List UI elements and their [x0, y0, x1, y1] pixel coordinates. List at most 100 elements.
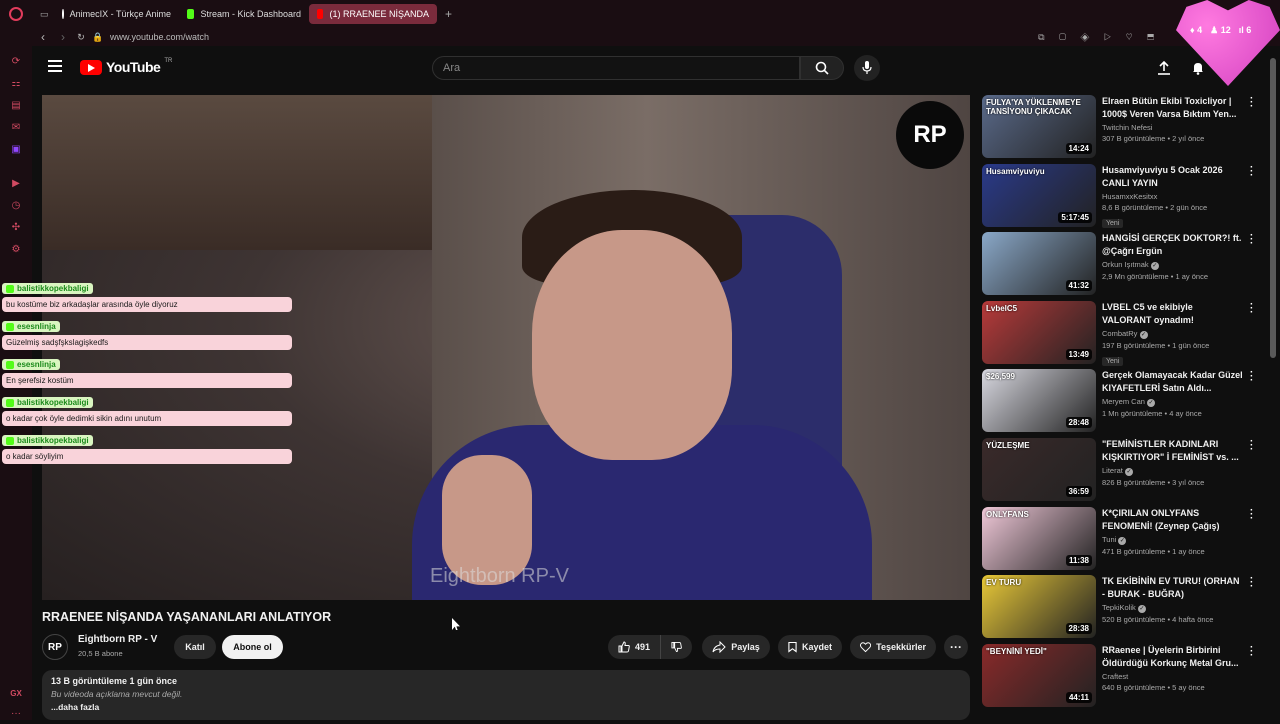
browser-logo-icon[interactable] — [0, 0, 32, 28]
recommendation-title[interactable]: TK EKİBİNİN EV TURU! (ORHAN - BURAK - BU… — [1102, 575, 1244, 601]
more-actions-button[interactable]: ··· — [944, 635, 968, 659]
description-box[interactable]: 13 B görüntüleme 1 gün önce Bu videoda a… — [42, 670, 970, 720]
recommendation-channel[interactable]: TepkiKolik ✓ — [1102, 603, 1244, 614]
recommendation-channel[interactable]: Twitchin Nefesi — [1102, 123, 1244, 132]
recommendation-title[interactable]: Gerçek Olamayacak Kadar Güzel KIYAFETLER… — [1102, 369, 1244, 395]
thumbnail-text: $26,599 — [986, 372, 1015, 382]
tab-sidebar-toggle[interactable]: ▭ — [32, 4, 54, 24]
recommendation-thumbnail[interactable]: $26,599 28:48 — [982, 369, 1096, 433]
recommendation-title[interactable]: HANGİSİ GERÇEK DOKTOR?! ft. @Çağrı Ergün — [1102, 232, 1244, 258]
sidebar-games-icon[interactable]: ⚏ — [0, 72, 32, 94]
recommendation-item[interactable]: Husamviyuviyu 5:17:45 Husamviyuviyu 5 Ocak… — [980, 162, 1265, 233]
recommendation-thumbnail[interactable]: 41:32 — [982, 232, 1096, 296]
sidebar-home-icon[interactable]: ⟳ — [0, 50, 32, 72]
recommendation-thumbnail[interactable]: ONLYFANS 11:38 — [982, 506, 1096, 570]
more-options-icon[interactable]: · · · — [1250, 299, 1256, 317]
tab-animecix[interactable]: AnimecIX - Türkçe Anime — [54, 4, 179, 24]
back-arrow-icon[interactable]: ‹ — [32, 30, 54, 44]
chat-message: esesnlinja En şerefsiz kostüm — [2, 354, 292, 388]
channel-avatar[interactable]: RP — [42, 634, 68, 660]
description-more-link[interactable]: ...daha fazla — [51, 702, 961, 712]
search-input[interactable]: Ara — [432, 56, 800, 80]
recommendation-title[interactable]: Elraen Bütün Ekibi Toxicliyor | 1000$ Ve… — [1102, 95, 1244, 121]
reload-icon[interactable]: ↻ — [72, 32, 90, 43]
sidebar-gx-icon[interactable]: GX — [0, 682, 32, 704]
tab-kick-dashboard[interactable]: Stream - Kick Dashboard — [179, 4, 309, 24]
save-button[interactable]: Kaydet — [778, 635, 842, 659]
recommendation-thumbnail[interactable]: LvbelC5 13:49 — [982, 300, 1096, 364]
recommendation-item[interactable]: $26,599 28:48 Gerçek Olamayacak Kadar Güze… — [980, 368, 1265, 438]
recommendation-channel[interactable]: Tuni ✓ — [1102, 535, 1244, 545]
more-options-icon[interactable]: · · · — [1250, 436, 1256, 454]
recommendation-item[interactable]: 41:32 HANGİSİ GERÇEK DOKTOR?! ft. @Çağrı … — [980, 231, 1265, 301]
page-scrollbar[interactable] — [1270, 58, 1276, 358]
recommendation-title[interactable]: RRaenee | Üyelerin Birbirini Öldürdüğü K… — [1102, 644, 1244, 670]
channel-watermark-logo[interactable]: RP — [896, 101, 964, 169]
subscribe-button[interactable]: Abone ol — [222, 635, 283, 659]
sidebar-news-icon[interactable]: ▤ — [0, 94, 32, 116]
recommendation-title[interactable]: K*ÇIRILAN ONLYFANS FENOMENİ! (Zeynep Çağ… — [1102, 507, 1244, 533]
tab-youtube-active[interactable]: (1) RRAENEE NİŞANDA — [309, 4, 437, 24]
recommendation-thumbnail[interactable]: FULYA'YA YÜKLENMEYE TANSİYONU ÇIKACAK 14:… — [982, 95, 1096, 158]
sidebar-settings-icon[interactable]: ⚙ — [0, 238, 32, 260]
recommendation-item[interactable]: EV TURU 28:38 TK EKİBİNİN EV TURU! (ORHAN … — [980, 574, 1265, 644]
recommendation-channel[interactable]: HusamxxKesitxx — [1102, 192, 1244, 201]
voice-search-button[interactable] — [854, 55, 880, 81]
recommendation-thumbnail[interactable]: Husamviyuviyu 5:17:45 — [982, 163, 1096, 227]
recommendation-thumbnail[interactable]: EV TURU 28:38 — [982, 575, 1096, 639]
recommendation-channel[interactable]: Orkun Işıtmak ✓ — [1102, 260, 1244, 271]
recommendation-channel[interactable]: CombatRy ✓ — [1102, 329, 1244, 339]
description-text: Bu videoda açıklama mevcut değil. — [51, 689, 183, 699]
recommendation-channel[interactable]: Craftest — [1102, 672, 1244, 681]
channel-subscriber-count: 20,5 B abone — [78, 649, 123, 658]
sidebar-twitch-icon[interactable]: ▣ — [0, 138, 32, 160]
sidebar-play-icon[interactable]: ▶ — [0, 172, 32, 194]
join-button[interactable]: Katıl — [174, 635, 216, 659]
recommendation-item[interactable]: FULYA'YA YÜKLENMEYE TANSİYONU ÇIKACAK 14:… — [980, 95, 1265, 164]
like-count: 491 — [634, 642, 650, 652]
more-options-icon[interactable]: · · · — [1250, 574, 1256, 592]
thumbnail-text: Husamviyuviyu — [986, 166, 1045, 176]
dislike-button[interactable] — [660, 635, 692, 659]
more-options-icon[interactable]: · · · — [1250, 162, 1256, 180]
recommendation-title[interactable]: LVBEL C5 ve ekibiyle VALORANT oynadım! — [1102, 301, 1244, 327]
hamburger-menu-icon[interactable] — [48, 60, 62, 72]
recommendation-item[interactable]: "BEYNİNİ YEDİ" 44:11 RRaenee | Üyelerin Bi… — [980, 642, 1265, 713]
browser-tab-strip: ▭ AnimecIX - Türkçe Anime Stream - Kick … — [0, 0, 1280, 28]
sidebar-history-icon[interactable]: ◷ — [0, 194, 32, 216]
recommendation-channel[interactable]: Literat ✓ — [1102, 466, 1244, 476]
recommendation-stats: 2,9 Mn görüntüleme • 1 ay önce — [1102, 272, 1209, 282]
recommendation-channel[interactable]: Meryem Can ✓ — [1102, 397, 1244, 408]
more-options-icon[interactable]: · · · — [1250, 95, 1256, 112]
channel-name[interactable]: Eightborn RP - V — [78, 634, 157, 645]
share-button[interactable]: Paylaş — [702, 635, 770, 659]
kick-stat-3: ıl 6 — [1238, 25, 1252, 35]
recommendation-thumbnail[interactable]: "BEYNİNİ YEDİ" 44:11 — [982, 643, 1096, 707]
recommendation-item[interactable]: YÜZLEŞME 36:59 "FEMİNİSTLER KADINLARI KIŞK… — [980, 436, 1265, 507]
recommendation-item[interactable]: ONLYFANS 11:38 K*ÇIRILAN ONLYFANS FENOMENİ… — [980, 505, 1265, 576]
search-button[interactable] — [800, 56, 844, 80]
more-options-icon[interactable]: · · · — [1250, 642, 1256, 660]
thanks-button[interactable]: Teşekkürler — [850, 635, 936, 659]
more-options-icon[interactable]: · · · — [1250, 368, 1256, 386]
sidebar-mail-icon[interactable]: ✉ — [0, 116, 32, 138]
recommendation-item[interactable]: LvbelC5 13:49 LVBEL C5 ve ekibiyle VALORAN… — [980, 299, 1265, 370]
youtube-region-label: TR — [164, 58, 173, 64]
recommendation-stats: 520 B görüntüleme • 4 hafta önce — [1102, 615, 1214, 625]
sidebar-extensions-icon[interactable]: ✣ — [0, 216, 32, 238]
video-shelf-background — [42, 95, 432, 250]
recommendation-title[interactable]: "FEMİNİSTLER KADINLARI KIŞKIRTIYOR" İ FE… — [1102, 438, 1244, 464]
recommendation-title[interactable]: Husamviyuviyu 5 Ocak 2026 CANLI YAYIN — [1102, 164, 1244, 190]
recommendation-thumbnail[interactable]: YÜZLEŞME 36:59 — [982, 437, 1096, 501]
more-options-icon[interactable]: · · · — [1250, 505, 1256, 523]
youtube-logo[interactable]: YouTube TR — [80, 58, 173, 75]
forward-arrow-icon[interactable]: › — [54, 30, 72, 44]
video-watermark: Eightborn RP-V — [430, 565, 569, 587]
like-button[interactable]: 491 — [608, 635, 660, 659]
upload-button[interactable] — [1154, 58, 1174, 78]
url-text[interactable]: www.youtube.com/watch — [110, 32, 209, 42]
more-options-icon[interactable]: · · · — [1250, 231, 1256, 249]
new-tab-button[interactable]: + — [437, 4, 457, 24]
extensions-icon[interactable]: ⧉ ▢ ◈ ▷ ♡ ⬒ — [1038, 32, 1160, 43]
sidebar-more-icon[interactable]: ··· — [0, 702, 32, 724]
